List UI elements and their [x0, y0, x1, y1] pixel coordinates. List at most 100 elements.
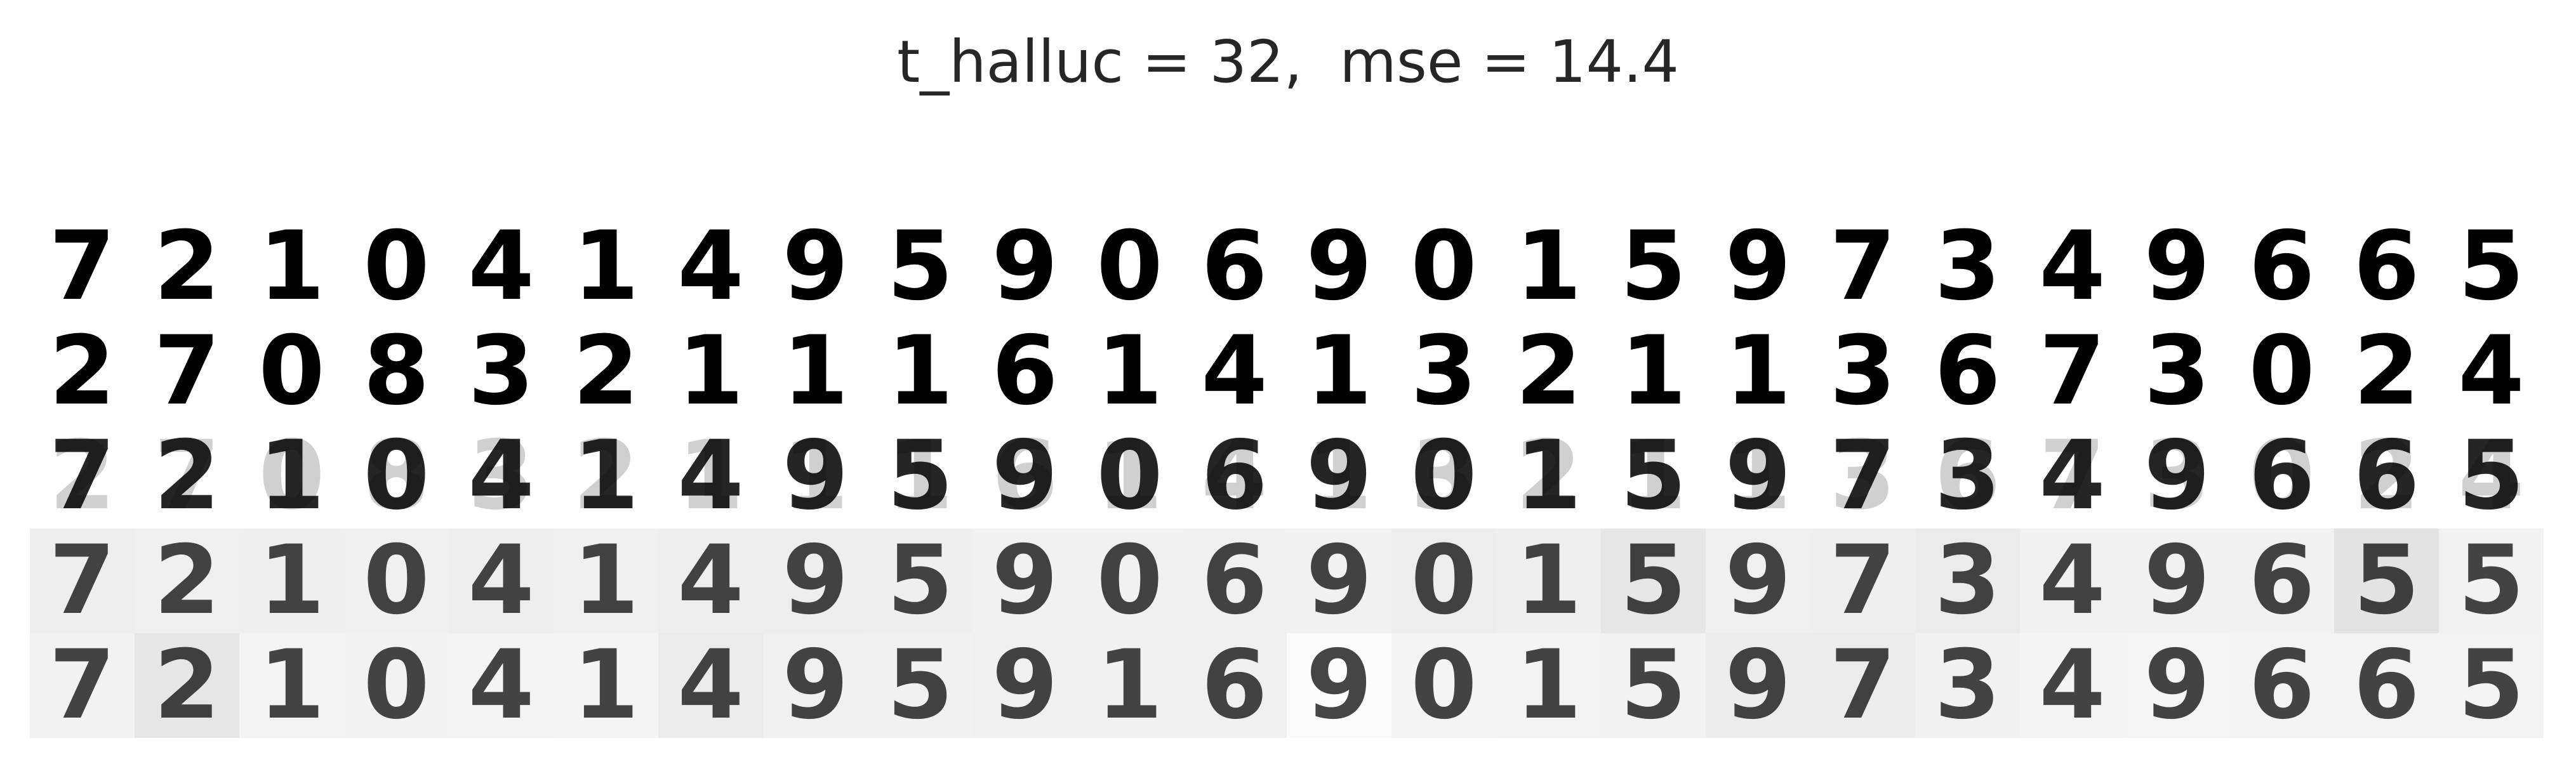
digit-cell: 4: [449, 529, 554, 633]
superposition-row: 2772018034211419156910461930211519376374…: [30, 424, 2544, 529]
digit: 5: [2458, 214, 2525, 319]
digit-cell: 34: [449, 424, 554, 529]
digit: 7: [49, 424, 116, 529]
digit: 2: [154, 633, 220, 738]
digit-cell: 1: [554, 529, 658, 633]
digit: 6: [1201, 529, 1268, 633]
digit-cell: 1: [239, 529, 344, 633]
digit-cell: 21: [1496, 424, 1601, 529]
digit: 4: [468, 424, 534, 529]
digit: 6: [2353, 424, 2420, 529]
digit-cell: 7: [1810, 529, 1915, 633]
digit-cell: 5: [1601, 529, 1706, 633]
digit: 1: [1515, 424, 1582, 529]
digit: 9: [782, 214, 849, 319]
digit: 6: [2353, 633, 2420, 738]
digit-cell: 1: [554, 214, 658, 319]
digit-cell: 6: [1182, 529, 1287, 633]
digit: 0: [363, 633, 430, 738]
digit: 7: [2039, 319, 2106, 424]
digit: 1: [573, 529, 639, 633]
digit-cell: 1: [868, 319, 973, 424]
digit: 3: [2144, 319, 2210, 424]
digit: 0: [1411, 424, 1477, 529]
digit: 1: [1096, 319, 1163, 424]
digit: 4: [2039, 214, 2106, 319]
digit-cell: 4: [658, 633, 763, 738]
digit-cell: 2: [2334, 319, 2439, 424]
digit-cell: 72: [135, 424, 239, 529]
digit-cell: 7: [1810, 214, 1915, 319]
digit-cell: 1: [1287, 319, 1391, 424]
digit: 7: [49, 633, 116, 738]
digit-cell: 10: [1077, 424, 1182, 529]
digit-cell: 9: [1706, 214, 1810, 319]
digit: 0: [2248, 319, 2315, 424]
digit: 9: [1306, 424, 1372, 529]
digit-cell: 6: [2334, 633, 2439, 738]
digit-cell: 37: [1810, 424, 1915, 529]
digit-cell: 69: [973, 424, 1077, 529]
digit: 7: [1829, 214, 1896, 319]
digit-cell: 9: [1287, 633, 1391, 738]
digit: 6: [2248, 529, 2315, 633]
digit: 5: [887, 424, 953, 529]
digit-cell: 5: [1601, 633, 1706, 738]
digit: 7: [1829, 633, 1896, 738]
digit-cell: 5: [2439, 214, 2544, 319]
digit: 9: [1725, 529, 1791, 633]
digit: 9: [1725, 633, 1791, 738]
digit-cell: 74: [2020, 424, 2125, 529]
digit: 9: [782, 529, 849, 633]
digit-cell: 5: [2439, 529, 2544, 633]
digit: 3: [1934, 424, 2001, 529]
digit: 9: [782, 633, 849, 738]
digit: 6: [992, 319, 1058, 424]
digit: 4: [468, 529, 534, 633]
digit-cell: 5: [868, 633, 973, 738]
digit: 3: [1934, 214, 2001, 319]
digit: 1: [573, 214, 639, 319]
digit: 9: [2144, 424, 2210, 529]
digit-cell: 80: [344, 424, 449, 529]
digit: 3: [1829, 319, 1896, 424]
figure-title: t_halluc = 32, mse = 14.4: [897, 28, 1679, 96]
digit: 1: [1725, 319, 1791, 424]
digit: 6: [1934, 319, 2001, 424]
digit-cell: 4: [2020, 633, 2125, 738]
digit: 2: [2353, 319, 2420, 424]
digit-cell: 46: [1182, 424, 1287, 529]
digit: 3: [468, 319, 534, 424]
digit: 7: [154, 319, 220, 424]
digit: 4: [468, 633, 534, 738]
digit-cell: 26: [2334, 424, 2439, 529]
digit-cell: 0: [1077, 529, 1182, 633]
digit-cell: 3: [2125, 319, 2229, 424]
digit-cell: 0: [1077, 214, 1182, 319]
digit-cell: 9: [1287, 529, 1391, 633]
digit: 1: [887, 319, 953, 424]
digit-cell: 0: [344, 633, 449, 738]
digit: 9: [992, 529, 1058, 633]
digit-cell: 14: [658, 424, 763, 529]
digit-cell: 1: [1496, 214, 1601, 319]
digit-cell: 9: [1706, 633, 1810, 738]
digit: 4: [2039, 633, 2106, 738]
digit-cell: 6: [1182, 633, 1287, 738]
digit-cell: 9: [1287, 214, 1391, 319]
digit: 1: [677, 319, 744, 424]
digit: 1: [258, 214, 325, 319]
digit: 0: [363, 529, 430, 633]
digit: 4: [677, 529, 744, 633]
digit: 6: [2248, 633, 2315, 738]
digit: 9: [992, 633, 1058, 738]
digit: 0: [363, 214, 430, 319]
digit: 3: [1934, 633, 2001, 738]
digit-cell: 19: [763, 424, 868, 529]
digit-cell: 8: [344, 319, 449, 424]
digit: 5: [2458, 529, 2525, 633]
digit: 5: [887, 633, 953, 738]
digit-cell: 7: [2020, 319, 2125, 424]
digit: 9: [1306, 633, 1372, 738]
digit: 6: [1201, 424, 1268, 529]
